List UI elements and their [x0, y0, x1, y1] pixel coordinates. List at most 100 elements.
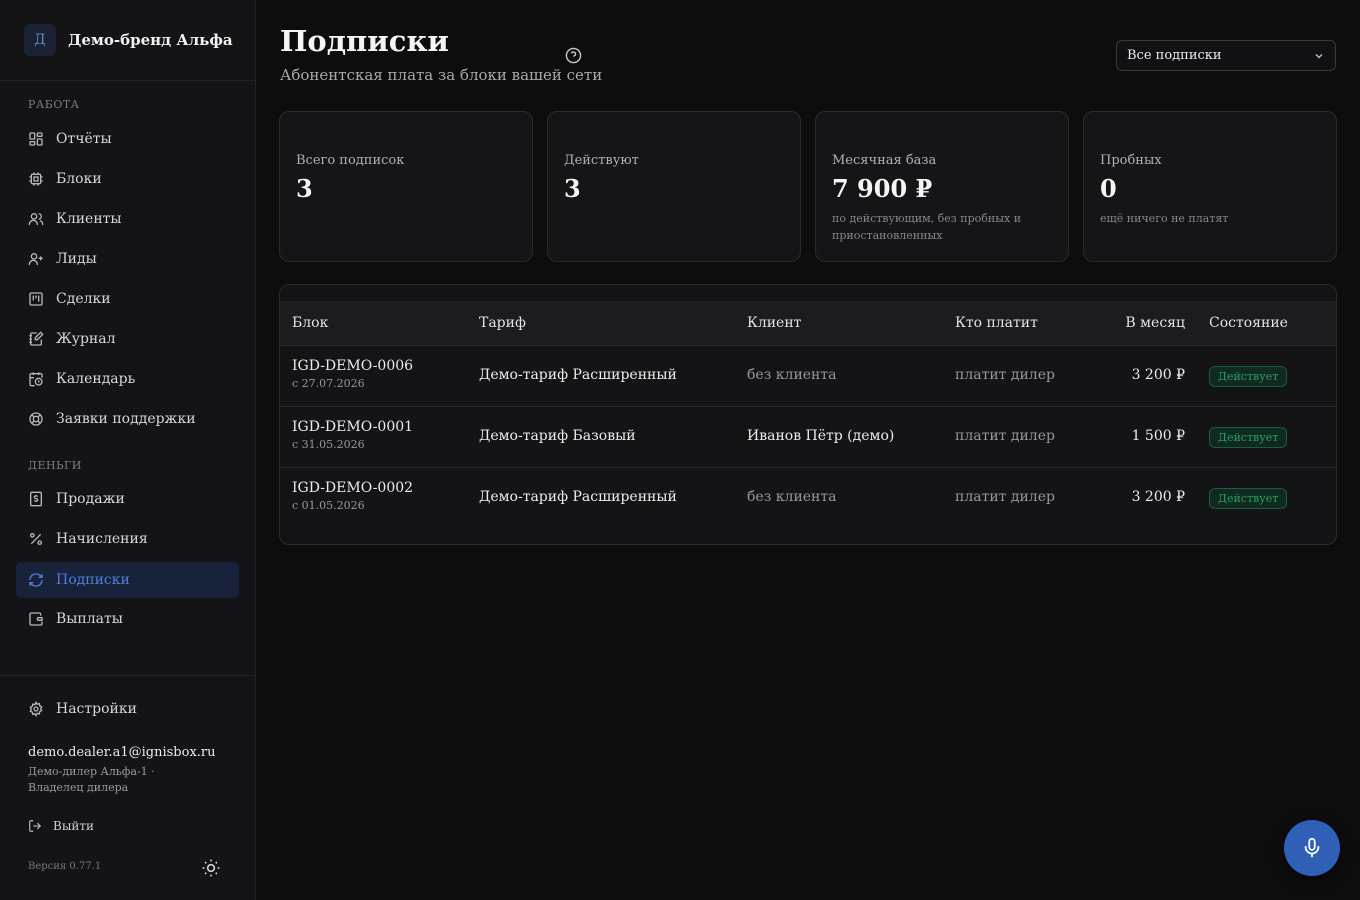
help-icon[interactable] — [565, 47, 582, 64]
sidebar-item-label: Календарь — [56, 371, 136, 387]
brand[interactable]: Д Демо-бренд Альфа — [0, 0, 255, 81]
refresh-icon — [28, 572, 44, 588]
section-label-money: ДЕНЬГИ — [28, 459, 82, 472]
sidebar-item-label: Заявки поддержки — [56, 411, 196, 427]
plan-cell: Демо-тариф Расширенный — [479, 367, 677, 383]
sidebar-item-blocks[interactable]: Блоки — [16, 161, 239, 197]
block-code: IGD-DEMO-0006 — [292, 358, 414, 374]
column-header-payer: Кто платит — [955, 315, 1038, 331]
brand-logo: Д — [24, 24, 56, 56]
column-header-client: Клиент — [747, 315, 802, 331]
column-header-block: Блок — [292, 315, 329, 331]
stat-value: 3 — [296, 174, 313, 203]
sidebar-item-label: Блоки — [56, 171, 102, 187]
sidebar-item-sales[interactable]: Продажи — [16, 481, 239, 517]
sidebar: Д Демо-бренд Альфа РАБОТА Отчёты Блоки К… — [0, 0, 256, 900]
plan-cell: Демо-тариф Расширенный — [479, 489, 677, 505]
subscriptions-table: Блок Тариф Клиент Кто платит В месяц Сос… — [279, 284, 1337, 545]
theme-toggle-button[interactable] — [201, 858, 221, 878]
stat-note: по действующим, без пробных и приостанов… — [832, 212, 1022, 242]
sidebar-item-label: Продажи — [56, 491, 125, 507]
sidebar-item-label: Клиенты — [56, 211, 122, 227]
sidebar-item-journal[interactable]: Журнал — [16, 321, 239, 357]
table-row[interactable]: IGD-DEMO-0002 с 01.05.2026 Демо-тариф Ра… — [280, 468, 1336, 529]
stat-label: Пробных — [1100, 153, 1162, 168]
sidebar-item-label: Журнал — [56, 331, 116, 347]
calendar-clock-icon — [28, 371, 44, 387]
sidebar-item-subscriptions[interactable]: Подписки — [16, 562, 239, 598]
payer-cell: платит дилер — [955, 489, 1055, 505]
sidebar-item-label: Подписки — [56, 572, 130, 588]
chevron-down-icon — [1313, 50, 1325, 62]
percent-icon — [28, 531, 44, 547]
stat-note: ещё ничего не платят — [1100, 212, 1229, 225]
payer-cell: платит дилер — [955, 428, 1055, 444]
table-header: Блок Тариф Клиент Кто платит В месяц Сос… — [280, 301, 1336, 346]
block-code: IGD-DEMO-0002 — [292, 480, 414, 496]
receipt-icon — [28, 491, 44, 507]
payer-cell: платит дилер — [955, 367, 1055, 383]
wallet-icon — [28, 611, 44, 627]
sun-icon — [201, 858, 221, 878]
stat-label: Месячная база — [832, 153, 937, 168]
page-subtitle: Абонентская плата за блоки вашей сети — [280, 66, 603, 84]
client-cell: Иванов Пётр (демо) — [747, 428, 895, 444]
user-email: demo.dealer.a1@ignisbox.ru — [28, 745, 216, 760]
stat-card-monthly-base: Месячная база 7 900 ₽ по действующим, бе… — [815, 111, 1069, 262]
status-badge: Действует — [1209, 427, 1288, 448]
chip-icon — [28, 171, 44, 187]
sidebar-item-leads[interactable]: Лиды — [16, 241, 239, 277]
client-cell: без клиента — [747, 367, 837, 383]
subscription-filter-select[interactable]: Все подписки — [1116, 40, 1336, 71]
sidebar-item-clients[interactable]: Клиенты — [16, 201, 239, 237]
stat-card-trials: Пробных 0 ещё ничего не платят — [1083, 111, 1337, 262]
filter-selected-value: Все подписки — [1127, 48, 1222, 63]
amount-cell: 1 500 ₽ — [1131, 428, 1185, 444]
block-since-date: с 27.07.2026 — [292, 377, 365, 390]
sidebar-item-accruals[interactable]: Начисления — [16, 521, 239, 557]
column-header-per-month: В месяц — [1125, 315, 1185, 331]
client-cell: без клиента — [747, 489, 837, 505]
status-badge: Действует — [1209, 488, 1288, 509]
sidebar-item-support[interactable]: Заявки поддержки — [16, 401, 239, 437]
lifebuoy-icon — [28, 411, 44, 427]
sidebar-item-calendar[interactable]: Календарь — [16, 361, 239, 397]
logout-button[interactable]: Выйти — [28, 816, 94, 836]
notebook-pen-icon — [28, 331, 44, 347]
block-cell: IGD-DEMO-0006 с 27.07.2026 — [292, 358, 413, 390]
stat-value: 0 — [1100, 174, 1117, 203]
block-since-date: с 01.05.2026 — [292, 499, 365, 512]
stat-card-active: Действуют 3 — [547, 111, 801, 262]
sidebar-item-settings[interactable]: Настройки — [16, 691, 239, 727]
sidebar-item-label: Настройки — [56, 701, 137, 717]
stat-value: 7 900 ₽ — [832, 174, 933, 203]
sidebar-item-label: Отчёты — [56, 131, 112, 147]
stat-label: Всего подписок — [296, 153, 405, 168]
app-version: Версия 0.77.1 — [28, 861, 102, 872]
plan-cell: Демо-тариф Базовый — [479, 428, 636, 444]
sidebar-item-payouts[interactable]: Выплаты — [16, 601, 239, 637]
user-role: Демо-дилер Альфа-1 · Владелец дилера — [28, 765, 155, 794]
sidebar-item-deals[interactable]: Сделки — [16, 281, 239, 317]
table-row[interactable]: IGD-DEMO-0006 с 27.07.2026 Демо-тариф Ра… — [280, 346, 1336, 407]
stat-value: 3 — [564, 174, 581, 203]
column-header-plan: Тариф — [479, 315, 526, 331]
section-label-work: РАБОТА — [28, 98, 80, 111]
block-code: IGD-DEMO-0001 — [292, 419, 414, 435]
logout-label: Выйти — [53, 819, 95, 833]
sidebar-item-label: Сделки — [56, 291, 111, 307]
users-icon — [28, 211, 44, 227]
block-since-date: с 31.05.2026 — [292, 438, 365, 451]
amount-cell: 3 200 ₽ — [1131, 489, 1185, 505]
sidebar-item-reports[interactable]: Отчёты — [16, 121, 239, 157]
amount-cell: 3 200 ₽ — [1131, 367, 1185, 383]
sidebar-item-label: Выплаты — [56, 611, 123, 627]
brand-name: Демо-бренд Альфа — [68, 31, 233, 49]
sidebar-item-label: Начисления — [56, 531, 148, 547]
voice-input-button[interactable] — [1284, 820, 1340, 876]
sidebar-divider — [0, 675, 255, 676]
status-badge: Действует — [1209, 366, 1288, 387]
table-row[interactable]: IGD-DEMO-0001 с 31.05.2026 Демо-тариф Ба… — [280, 407, 1336, 468]
microphone-icon — [1301, 837, 1323, 859]
logout-icon — [28, 819, 42, 833]
